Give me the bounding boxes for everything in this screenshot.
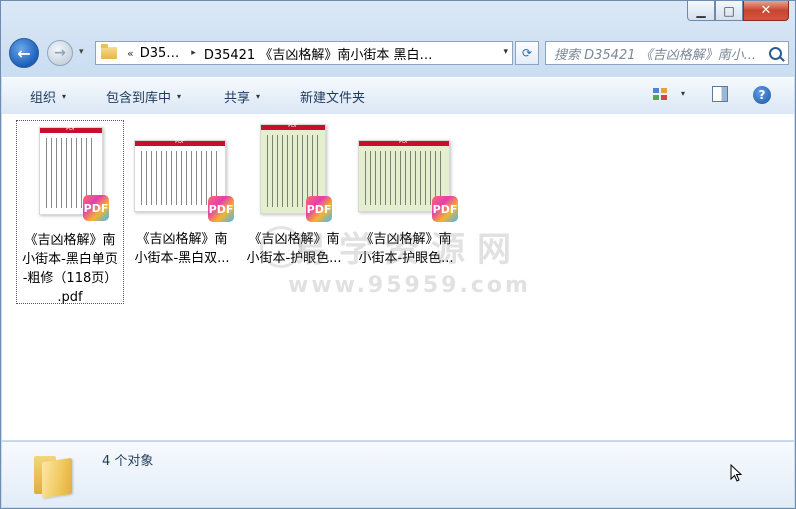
pdf-header-bar: PDF <box>135 139 225 146</box>
page-text-preview <box>141 151 219 205</box>
file-name-line: 《吉凶格解》南 <box>248 232 340 247</box>
mouse-cursor-icon <box>730 464 742 482</box>
recent-pages-dropdown[interactable]: ▾ <box>79 47 84 57</box>
forward-button[interactable]: → <box>47 40 73 66</box>
folder-icon <box>32 452 80 499</box>
new-folder-button[interactable]: 新建文件夹 <box>300 87 365 106</box>
breadcrumb-parent[interactable]: D35… <box>140 46 180 61</box>
refresh-button[interactable]: ⟳ <box>515 41 539 65</box>
file-name: 《吉凶格解》南 小街本-黑白单页 -粗修（118页） .pdf <box>17 231 123 307</box>
breadcrumb-arrow-icon[interactable]: ▸ <box>191 48 196 58</box>
chevron-down-icon: ▾ <box>62 91 67 101</box>
chevron-down-icon: ▾ <box>256 91 261 101</box>
pdf-header-bar: PDF <box>40 126 102 133</box>
file-name-line: 小街本-黑白双... <box>134 251 230 266</box>
share-menu[interactable]: 共享 ▾ <box>224 87 260 106</box>
file-item[interactable]: PDF PDF 《吉凶格解》南 小街本-护眼色... <box>352 120 460 304</box>
navigation-bar: ← → ▾ « D35… ▸ D35421 《吉凶格解》南小街本 黑白… ▾ ⟳… <box>9 37 789 71</box>
breadcrumb-current[interactable]: D35421 《吉凶格解》南小街本 黑白… <box>204 44 433 63</box>
file-item[interactable]: PDF PDF 《吉凶格解》南 小街本-黑白双... <box>128 120 236 304</box>
file-name-line: 小街本-护眼色... <box>358 251 454 266</box>
file-item[interactable]: PDF PDF 《吉凶格解》南 小街本-护眼色... <box>240 120 348 304</box>
command-bar: 组织 ▾ 包含到库中 ▾ 共享 ▾ 新建文件夹 ▾ ? <box>2 77 794 115</box>
help-icon[interactable]: ? <box>753 86 771 104</box>
file-name-line: 《吉凶格解》南 <box>24 233 116 248</box>
minimize-button[interactable]: ▁ <box>687 1 715 21</box>
search-icon[interactable] <box>769 47 782 60</box>
chevron-down-icon: ▾ <box>177 91 182 101</box>
caption-buttons: ▁ □ ✕ <box>687 1 789 21</box>
include-label: 包含到库中 <box>106 90 172 106</box>
file-name-line: 《吉凶格解》南 <box>136 232 228 247</box>
file-name: 《吉凶格解》南 小街本-护眼色... <box>240 230 348 268</box>
page-text-preview <box>365 151 443 205</box>
file-item[interactable]: PDF PDF 《吉凶格解》南 小街本-黑白单页 -粗修（118页） .pdf <box>16 120 124 307</box>
pdf-icon: PDF <box>432 196 458 222</box>
address-dropdown-icon[interactable]: ▾ <box>503 47 508 57</box>
back-button[interactable]: ← <box>9 38 39 68</box>
include-in-library-menu[interactable]: 包含到库中 ▾ <box>106 87 181 106</box>
explorer-window: ▁ □ ✕ ← → ▾ « D35… ▸ D35421 《吉凶格解》南小街本 黑… <box>0 0 796 509</box>
file-name-line: .pdf <box>57 290 83 305</box>
preview-pane-icon[interactable] <box>712 86 728 102</box>
share-label: 共享 <box>224 90 251 106</box>
file-name-line: 小街本-黑白单页 <box>22 252 118 267</box>
organize-menu[interactable]: 组织 ▾ <box>30 87 66 106</box>
search-placeholder: 搜索 D35421 《吉凶格解》南小... <box>554 47 757 63</box>
file-name: 《吉凶格解》南 小街本-黑白双... <box>128 230 236 268</box>
organize-label: 组织 <box>30 90 57 106</box>
pdf-icon: PDF <box>208 196 234 222</box>
item-count: 4 个对象 <box>102 454 154 469</box>
address-bar[interactable]: « D35… ▸ D35421 《吉凶格解》南小街本 黑白… ▾ <box>95 41 513 65</box>
change-view-icon[interactable] <box>653 88 669 102</box>
pdf-header-bar: PDF <box>261 123 325 130</box>
file-name-line: -粗修（118页） <box>22 271 118 286</box>
folder-icon <box>101 44 117 59</box>
search-box[interactable]: 搜索 D35421 《吉凶格解》南小... <box>545 41 789 65</box>
maximize-button[interactable]: □ <box>715 1 743 21</box>
new-folder-label: 新建文件夹 <box>300 90 366 106</box>
file-name-line: 《吉凶格解》南 <box>360 232 452 247</box>
pdf-icon: PDF <box>306 196 332 222</box>
pdf-icon: PDF <box>83 195 109 221</box>
view-options-dropdown[interactable]: ▾ <box>681 89 685 98</box>
file-name-line: 小街本-护眼色... <box>246 251 342 266</box>
close-button[interactable]: ✕ <box>743 1 789 21</box>
file-list[interactable]: PDF PDF 《吉凶格解》南 小街本-黑白单页 -粗修（118页） .pdf … <box>2 114 794 440</box>
file-name: 《吉凶格解》南 小街本-护眼色... <box>352 230 460 268</box>
details-pane: 4 个对象 <box>2 441 794 507</box>
address-overflow-chevron[interactable]: « <box>127 47 134 60</box>
pdf-header-bar: PDF <box>359 139 449 146</box>
